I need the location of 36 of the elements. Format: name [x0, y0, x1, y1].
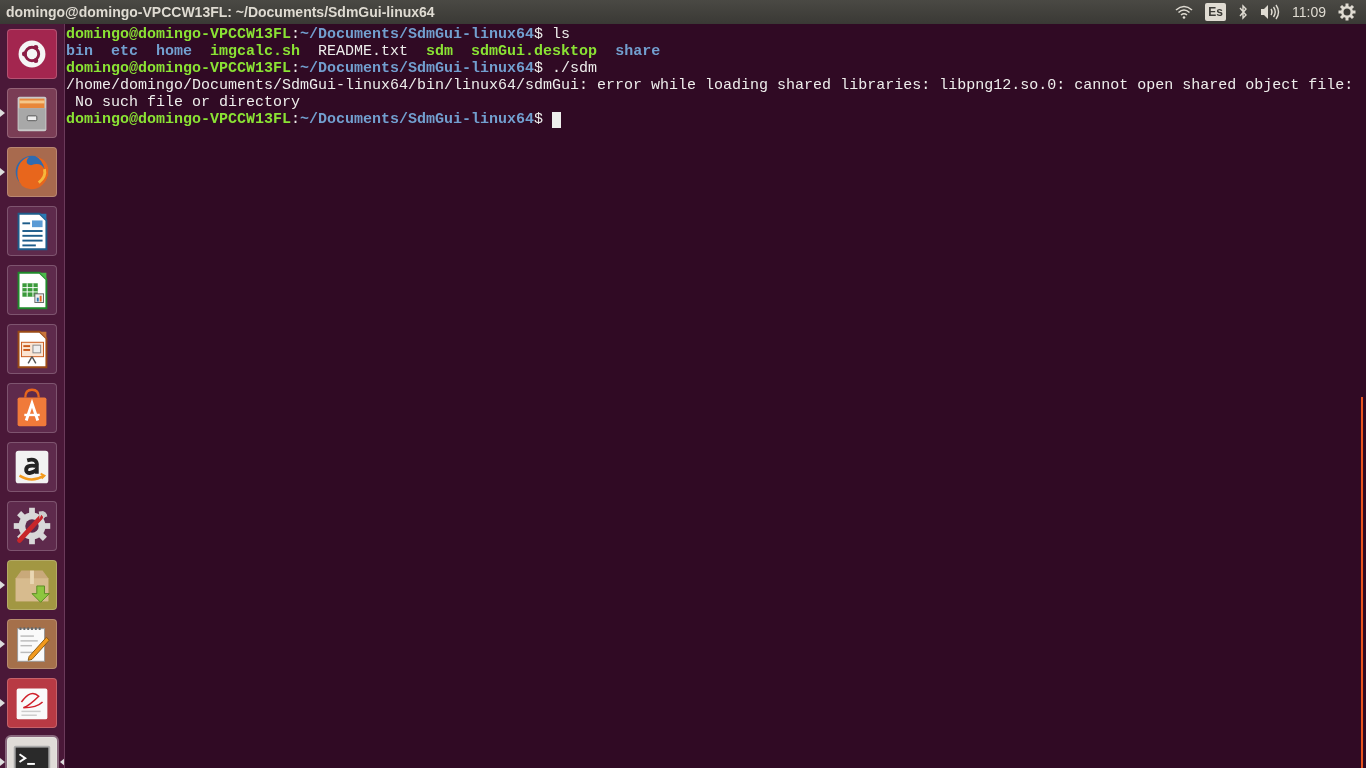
launcher-item[interactable]: [7, 383, 57, 433]
file-name: etc: [111, 43, 139, 60]
file-name: sdmGui.desktop: [471, 43, 598, 60]
window-title: domingo@domingo-VPCCW13FL: ~/Documents/SdmGui-linux64: [6, 2, 435, 22]
file-name: imgcalc.sh: [210, 43, 301, 60]
prompt-path: ~/Documents/SdmGui-linux64: [300, 60, 535, 77]
prompt-path: ~/Documents/SdmGui-linux64: [300, 26, 535, 43]
launcher-item[interactable]: [7, 442, 57, 492]
launcher-item[interactable]: [7, 206, 57, 256]
command-text: $ ls: [534, 26, 571, 43]
prompt-separator: :: [291, 111, 301, 128]
prompt-user-host: domingo@domingo-VPCCW13FL: [66, 26, 292, 43]
command-text: $: [534, 111, 545, 128]
launcher-item[interactable]: [7, 324, 57, 374]
file-name: sdm: [426, 43, 454, 60]
file-name: home: [156, 43, 193, 60]
launcher-item[interactable]: [7, 265, 57, 315]
bluetooth-icon[interactable]: [1238, 4, 1248, 20]
file-name: README.txt: [318, 43, 409, 60]
file-name: bin: [66, 43, 93, 60]
output-text: /home/domingo/Documents/SdmGui-linux64/bin/linux64/sdmGui: error while loading shared libraries: libpng12.so.0: cannot open shared object file:: [66, 77, 1354, 94]
keyboard-layout-indicator[interactable]: Es: [1205, 3, 1226, 21]
output-text: No such file or directory: [74, 94, 301, 111]
prompt-user-host: domingo@domingo-VPCCW13FL: [66, 60, 292, 77]
prompt-user-host: domingo@domingo-VPCCW13FL: [66, 111, 292, 128]
volume-icon[interactable]: [1260, 4, 1280, 20]
file-name: share: [615, 43, 661, 60]
prompt-separator: :: [291, 60, 301, 77]
prompt-path: ~/Documents/SdmGui-linux64: [300, 111, 535, 128]
launcher-item[interactable]: [7, 501, 57, 551]
launcher-item[interactable]: [7, 29, 57, 79]
wifi-icon[interactable]: [1175, 5, 1194, 19]
clock[interactable]: 11:09: [1292, 1, 1326, 23]
command-text: $ ./sdm: [534, 60, 598, 77]
power-gear-icon[interactable]: [1338, 3, 1356, 21]
prompt-separator: :: [291, 26, 301, 43]
